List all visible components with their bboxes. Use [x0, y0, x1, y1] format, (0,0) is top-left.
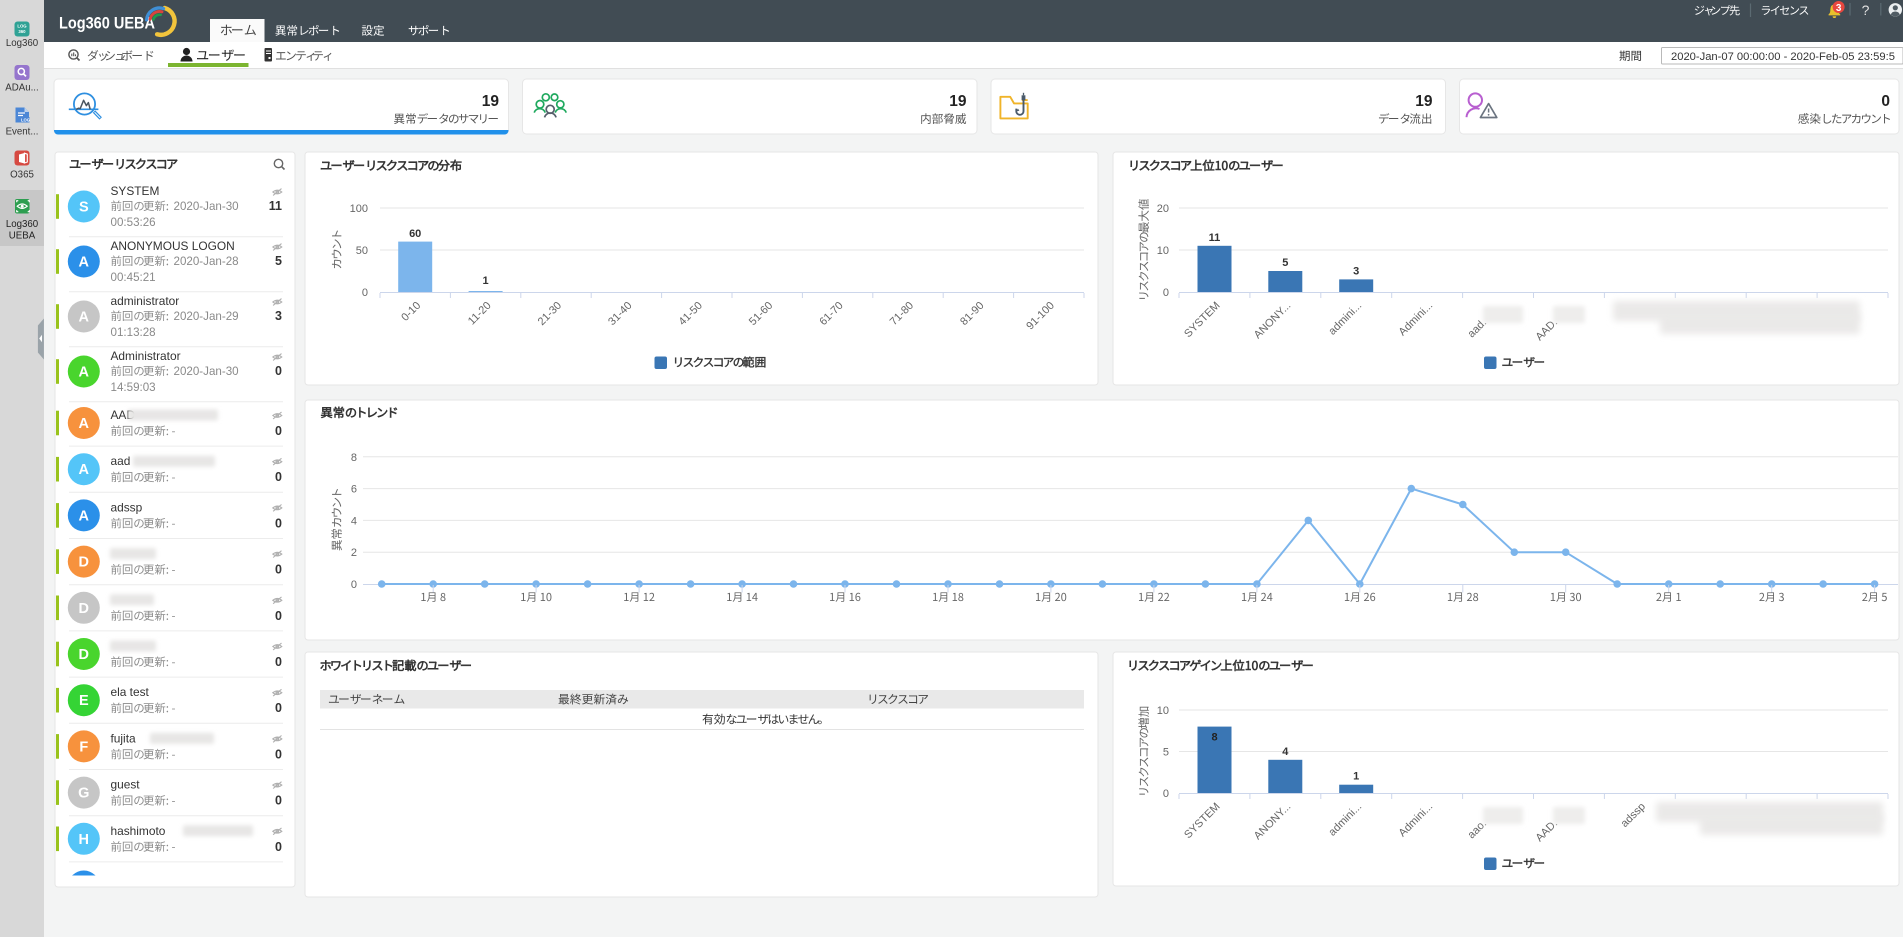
svg-text:0: 0	[275, 794, 282, 808]
svg-text:60: 60	[409, 228, 421, 240]
svg-text:19: 19	[949, 93, 967, 110]
svg-text:10: 10	[1157, 705, 1169, 717]
svg-text:A: A	[79, 255, 90, 271]
svg-text:2020-Jan-07 00:00:00 - 2020-Fe: 2020-Jan-07 00:00:00 - 2020-Feb-05 23:59…	[1671, 51, 1895, 63]
svg-text:ADAu...: ADAu...	[5, 83, 38, 94]
svg-text:2020-Jan-28: 2020-Jan-28	[174, 255, 239, 268]
svg-text:A: A	[79, 310, 90, 326]
svg-text:0: 0	[275, 516, 282, 530]
svg-text:5: 5	[1163, 747, 1169, 759]
svg-text:1: 1	[1353, 771, 1359, 783]
svg-text:F: F	[79, 739, 88, 755]
svg-text:01:13:28: 01:13:28	[111, 326, 156, 339]
svg-text:A: A	[79, 508, 90, 524]
svg-text:Administrator: Administrator	[111, 349, 181, 363]
svg-text:0: 0	[275, 747, 282, 761]
svg-text:0: 0	[275, 840, 282, 854]
svg-text:UEBA: UEBA	[9, 231, 36, 242]
svg-text:0: 0	[275, 609, 282, 623]
svg-text:1: 1	[483, 275, 489, 287]
svg-text:0: 0	[275, 655, 282, 669]
svg-text:ela test: ela test	[111, 685, 150, 699]
svg-text:LOG: LOG	[17, 24, 27, 29]
svg-text:100: 100	[350, 203, 368, 215]
svg-text:Log360 UEBA: Log360 UEBA	[59, 15, 155, 33]
svg-text:hashimoto: hashimoto	[111, 824, 166, 838]
svg-text:0: 0	[1163, 287, 1169, 299]
svg-text:0: 0	[275, 701, 282, 715]
svg-text:0: 0	[1881, 93, 1890, 110]
svg-text:3: 3	[275, 309, 282, 323]
svg-text:2: 2	[351, 547, 357, 559]
svg-text:4: 4	[351, 515, 357, 527]
svg-text:D: D	[79, 601, 89, 617]
svg-text:0: 0	[275, 364, 282, 378]
svg-text:5: 5	[275, 254, 282, 268]
svg-text:adssp: adssp	[111, 500, 143, 514]
svg-text:guest: guest	[111, 778, 141, 792]
svg-text:G: G	[78, 786, 89, 802]
svg-text:3: 3	[1836, 3, 1842, 14]
svg-text:D: D	[79, 555, 89, 571]
svg-text:S: S	[79, 200, 89, 216]
svg-text:LOG: LOG	[21, 117, 30, 122]
svg-text:11: 11	[269, 199, 282, 213]
svg-text:19: 19	[1415, 93, 1433, 110]
svg-text:?: ?	[1862, 2, 1870, 18]
svg-text:0: 0	[362, 287, 368, 299]
svg-text:14:59:03: 14:59:03	[111, 381, 156, 394]
svg-text:6: 6	[351, 484, 357, 496]
svg-text:5: 5	[1282, 257, 1288, 269]
svg-text:4: 4	[1282, 746, 1289, 758]
svg-text:SYSTEM: SYSTEM	[111, 184, 160, 198]
svg-text:11: 11	[1209, 232, 1221, 244]
svg-text:fujita: fujita	[111, 731, 137, 745]
svg-text:8: 8	[351, 452, 357, 464]
svg-text:administrator: administrator	[111, 294, 180, 308]
svg-text:0: 0	[275, 563, 282, 577]
svg-text:0: 0	[275, 424, 282, 438]
svg-text:A: A	[79, 462, 90, 478]
svg-text:19: 19	[482, 93, 500, 110]
svg-text:10: 10	[1157, 245, 1169, 257]
svg-text:3: 3	[1353, 265, 1359, 277]
svg-text:Log360: Log360	[6, 38, 39, 49]
svg-text:Log360: Log360	[6, 219, 39, 230]
svg-text:20: 20	[1157, 203, 1169, 215]
svg-text:0: 0	[351, 579, 357, 591]
svg-text:H: H	[79, 832, 89, 848]
svg-text:0: 0	[1163, 788, 1169, 800]
svg-text:00:53:26: 00:53:26	[111, 216, 156, 229]
svg-text:D: D	[79, 647, 89, 663]
svg-text:00:45:21: 00:45:21	[111, 271, 156, 284]
svg-text:Event...: Event...	[6, 127, 39, 138]
svg-text:A: A	[79, 416, 90, 432]
svg-text:2020-Jan-30: 2020-Jan-30	[174, 200, 239, 213]
svg-text:E: E	[79, 693, 89, 709]
svg-text:8: 8	[1211, 732, 1217, 744]
svg-text:aad: aad	[111, 454, 131, 468]
svg-text:ANONYMOUS LOGON: ANONYMOUS LOGON	[111, 239, 235, 253]
svg-text:0: 0	[275, 470, 282, 484]
svg-text:2020-Jan-29: 2020-Jan-29	[174, 310, 239, 323]
svg-text:A: A	[79, 365, 90, 381]
svg-text:O365: O365	[10, 170, 34, 181]
svg-text:360: 360	[18, 29, 26, 34]
svg-text:2020-Jan-30: 2020-Jan-30	[174, 365, 239, 378]
svg-text:50: 50	[356, 245, 368, 257]
